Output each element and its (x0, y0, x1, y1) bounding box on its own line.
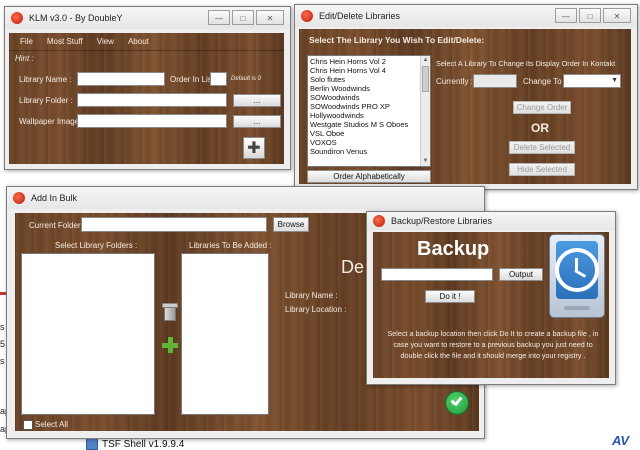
scrollbar-thumb[interactable] (422, 66, 429, 92)
list-item[interactable]: VOXOS (308, 138, 430, 147)
taskbar-item-label: TSF Shell v1.9.9.4 (102, 438, 185, 450)
hide-selected-button[interactable]: Hide Selected (509, 163, 575, 176)
change-to-select[interactable]: ▼ (563, 74, 621, 88)
listbox-scrollbar[interactable]: ▲ ▼ (420, 56, 430, 166)
menu-file[interactable]: File (13, 37, 40, 46)
menu-most-stuff[interactable]: Most Stuff (40, 37, 90, 46)
change-order-button[interactable]: Change Order (513, 101, 571, 114)
window-title: KLM v3.0 - By DoubleY (29, 13, 123, 23)
menu-about[interactable]: About (121, 37, 156, 46)
app-icon (11, 12, 23, 24)
current-folder-input[interactable] (81, 217, 267, 232)
current-folder-label: Current Folder : (29, 221, 86, 230)
to-be-added-label: Libraries To Be Added : (189, 241, 272, 250)
window-title: Edit/Delete Libraries (319, 11, 401, 21)
select-folders-label: Select Library Folders : (55, 241, 138, 250)
libraries-to-be-added-list[interactable] (181, 253, 269, 415)
select-all-checkbox[interactable] (23, 420, 33, 430)
app-icon (373, 215, 385, 227)
add-library-button[interactable]: ✚ (243, 137, 265, 159)
list-item[interactable]: SOWoodwinds PRO XP (308, 102, 430, 111)
scroll-down-arrow-icon[interactable]: ▼ (421, 157, 430, 166)
browse-button[interactable]: Browse (273, 217, 309, 232)
list-item[interactable]: Westgate Studios M S Oboes (308, 120, 430, 129)
close-button[interactable]: ✕ (256, 10, 284, 25)
klm-main-window: KLM v3.0 - By DoubleY — □ ✕ File Most St… (4, 6, 291, 170)
taskbar-item-tsf-shell[interactable]: TSF Shell v1.9.9.4 (86, 438, 184, 450)
currently-field (473, 74, 517, 88)
titlebar[interactable]: KLM v3.0 - By DoubleY — □ ✕ (5, 7, 290, 29)
list-item[interactable]: Soundiron Venus (308, 147, 430, 156)
background-fragment: 5 (0, 339, 6, 349)
app-icon (86, 438, 98, 450)
edit-heading: Select The Library You Wish To Edit/Dele… (309, 35, 485, 45)
library-name-label: Library Name : (19, 75, 72, 84)
app-icon (13, 192, 25, 204)
list-item[interactable]: Chris Hein Horns Vol 2 (308, 57, 430, 66)
list-item[interactable]: Solo flutes (308, 75, 430, 84)
backup-location-input[interactable] (381, 268, 493, 281)
close-button[interactable]: ✕ (603, 8, 631, 23)
titlebar[interactable]: Backup/Restore Libraries (367, 212, 615, 230)
order-hint-label: Select A Library To Change Its Display O… (436, 59, 616, 68)
wallpaper-image-input[interactable] (77, 114, 227, 128)
library-folder-browse-button[interactable]: ... (233, 94, 281, 107)
library-listbox[interactable]: Chris Hein Horns Vol 2 Chris Hein Horns V… (307, 55, 431, 167)
menu-bar: File Most Stuff View About (13, 37, 156, 46)
scroll-up-arrow-icon[interactable]: ▲ (421, 56, 430, 65)
wallpaper-image-label: Wallpaper Image : (19, 117, 84, 126)
library-location-label: Library Location : (285, 305, 347, 314)
app-icon (301, 10, 313, 22)
plus-icon: ✚ (247, 140, 261, 157)
add-green-plus-icon[interactable] (162, 337, 178, 353)
backup-content-panel: Backup Output Do it ! Select a backup lo… (373, 232, 609, 378)
edit-content-panel: Select The Library You Wish To Edit/Dele… (299, 29, 631, 184)
default-note: Default is 0 (231, 76, 262, 82)
list-item[interactable]: Berlin Woodwinds (308, 84, 430, 93)
edit-delete-window: Edit/Delete Libraries — □ ✕ Select The L… (294, 4, 638, 190)
details-heading-fragment: De (341, 257, 365, 277)
clock-icon (555, 248, 599, 292)
window-title: Backup/Restore Libraries (391, 216, 493, 226)
minimize-button[interactable]: — (208, 10, 230, 25)
library-folder-input[interactable] (77, 93, 227, 107)
do-it-button[interactable]: Do it ! (425, 290, 475, 303)
list-item[interactable]: SOWoodwinds (308, 93, 430, 102)
backup-heading: Backup (417, 238, 490, 260)
list-item[interactable]: Chris Hein Horns Vol 4 (308, 66, 430, 75)
titlebar[interactable]: Edit/Delete Libraries — □ ✕ (295, 5, 637, 27)
minimize-button[interactable]: — (555, 8, 577, 23)
backup-restore-window: Backup/Restore Libraries Backup Output D… (366, 211, 616, 385)
currently-label: Currently : (436, 77, 473, 86)
wallpaper-browse-button[interactable]: ... (233, 115, 281, 128)
change-to-label: Change To : (523, 77, 566, 86)
klm-content-panel: File Most Stuff View About Hint : Librar… (9, 33, 284, 164)
background-fragment: s (0, 322, 5, 332)
hint-label: Hint : (15, 54, 34, 63)
order-in-list-input[interactable] (210, 72, 227, 86)
confirm-check-icon[interactable] (445, 391, 469, 415)
select-all-label: Select All (35, 420, 68, 429)
titlebar[interactable]: Add In Bulk (7, 187, 484, 209)
trash-icon[interactable] (162, 303, 178, 321)
window-title: Add In Bulk (31, 193, 78, 203)
order-in-list-label: Order In List (170, 75, 215, 84)
output-button[interactable]: Output (499, 268, 543, 281)
library-folders-list[interactable] (21, 253, 155, 415)
backup-instructions: Select a backup location then click Do I… (387, 329, 599, 360)
library-name-label: Library Name : (285, 291, 338, 300)
menu-view[interactable]: View (90, 37, 121, 46)
av-logo: AV (612, 433, 630, 448)
library-folder-label: Library Folder : (19, 96, 73, 105)
chevron-down-icon: ▼ (611, 77, 618, 84)
list-item[interactable]: Hollywoodwinds (308, 111, 430, 120)
order-alphabetically-button[interactable]: Order Alphabetically (307, 170, 431, 183)
list-item[interactable]: VSL Oboe (308, 129, 430, 138)
delete-selected-button[interactable]: Delete Selected (509, 141, 575, 154)
library-name-input[interactable] (77, 72, 165, 86)
maximize-button[interactable]: □ (232, 10, 254, 25)
or-label: OR (531, 121, 549, 135)
maximize-button[interactable]: □ (579, 8, 601, 23)
backup-drive-icon (549, 234, 605, 318)
